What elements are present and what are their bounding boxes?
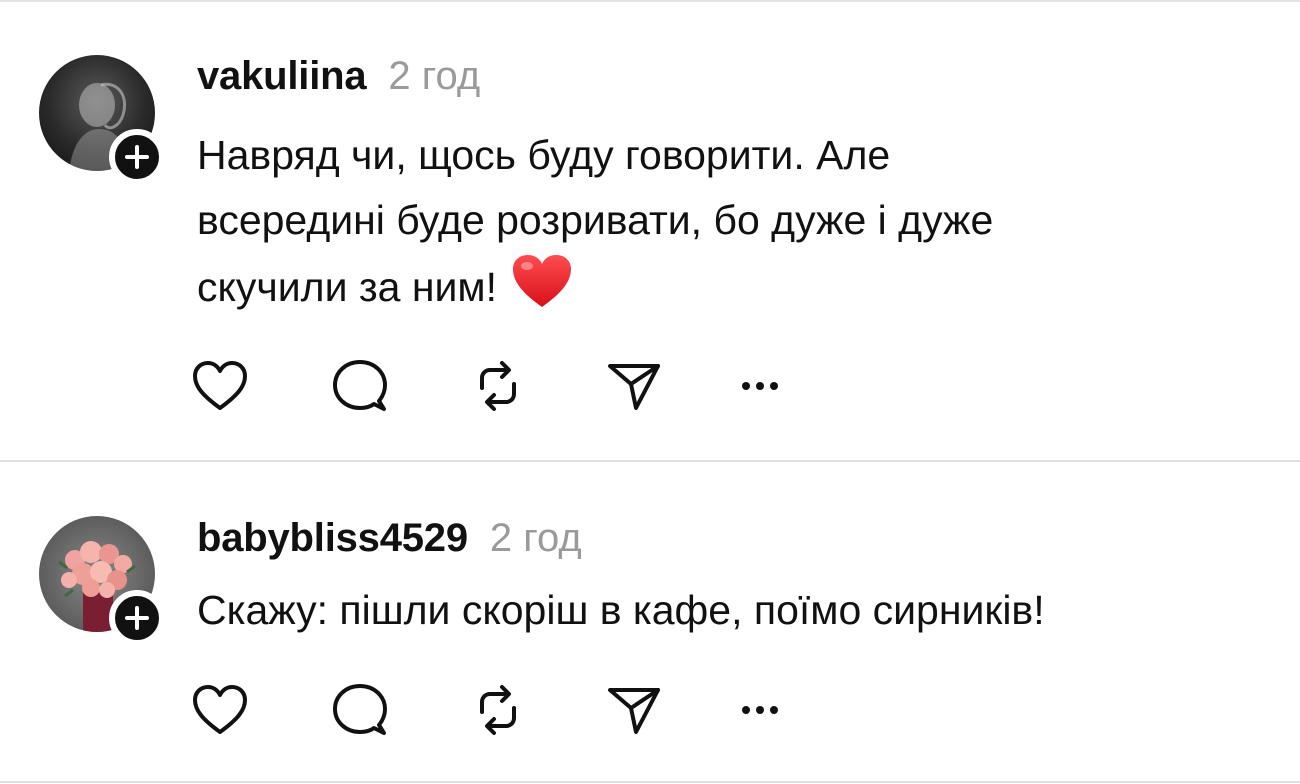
username[interactable]: babybliss4529 (197, 516, 468, 561)
more-dots-icon (742, 382, 778, 390)
send-icon (608, 688, 660, 734)
comment-header: babybliss4529 2 год (197, 516, 582, 561)
comment-header: vakuliina 2 год (197, 54, 480, 99)
repost-icon (480, 361, 516, 411)
comment-feed: vakuliina 2 год Навряд чи, щось буду гов… (0, 0, 1300, 784)
avatar-wrapper (39, 516, 165, 646)
repost-icon (480, 685, 516, 735)
plus-icon (125, 606, 149, 630)
more-dots-icon (742, 706, 778, 714)
repost-button[interactable] (466, 356, 530, 416)
username[interactable]: vakuliina (197, 54, 367, 99)
more-button[interactable] (728, 680, 792, 740)
action-bar (188, 356, 808, 416)
reply-button[interactable] (328, 356, 392, 416)
reply-bubble-icon (333, 684, 387, 735)
heart-icon (193, 685, 247, 734)
timestamp: 2 год (489, 516, 582, 560)
avatar-wrapper (39, 55, 165, 185)
like-button[interactable] (188, 680, 252, 740)
reply-button[interactable] (328, 680, 392, 740)
repost-button[interactable] (466, 680, 530, 740)
reply-bubble-icon (333, 360, 387, 411)
comment-body: Навряд чи, щось буду говорити. Але всере… (197, 132, 994, 310)
like-button[interactable] (188, 356, 252, 416)
comment-post: vakuliina 2 год Навряд чи, щось буду гов… (0, 0, 1300, 460)
follow-button[interactable] (109, 129, 165, 185)
send-icon (608, 364, 660, 410)
more-button[interactable] (728, 356, 792, 416)
comment-text: Скажу: пішли скоріш в кафе, поїмо сирник… (197, 587, 1045, 633)
comment-post: babybliss4529 2 год Скажу: пішли скоріш … (0, 462, 1300, 782)
share-button[interactable] (602, 680, 666, 740)
action-bar (188, 680, 808, 740)
plus-icon (125, 145, 149, 169)
comment-text: Навряд чи, щось буду говорити. Але всере… (197, 123, 1257, 320)
timestamp: 2 год (388, 54, 481, 98)
heart-icon (193, 361, 247, 410)
follow-button[interactable] (109, 590, 165, 646)
share-button[interactable] (602, 356, 666, 416)
bottom-divider (0, 781, 1300, 783)
heart-emoji (513, 255, 571, 307)
